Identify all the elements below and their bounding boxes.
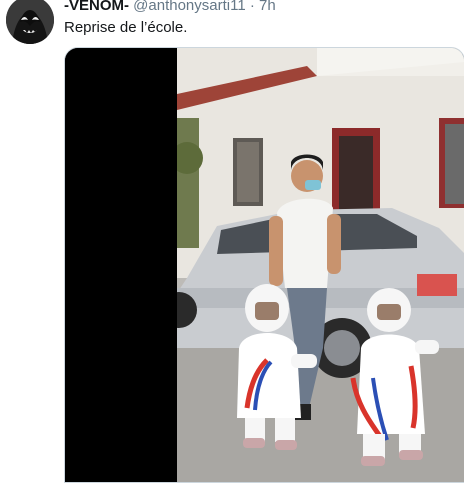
user-handle[interactable]: @anthonysarti11 [133, 0, 246, 14]
display-name[interactable]: -VENOM- [64, 0, 129, 14]
venom-avatar-icon [6, 0, 54, 44]
timestamp[interactable]: 7h [259, 0, 276, 14]
tweet: -VENOM- @anthonysarti11 · 7h Reprise de … [0, 0, 464, 483]
tweet-text: Reprise de l’école. [64, 19, 188, 36]
video-play-area[interactable] [65, 48, 464, 482]
avatar[interactable] [6, 0, 54, 44]
separator-dot: · [249, 0, 255, 14]
tweet-header: -VENOM- @anthonysarti11 · 7h [64, 0, 276, 14]
video-thumbnail[interactable] [64, 47, 464, 483]
